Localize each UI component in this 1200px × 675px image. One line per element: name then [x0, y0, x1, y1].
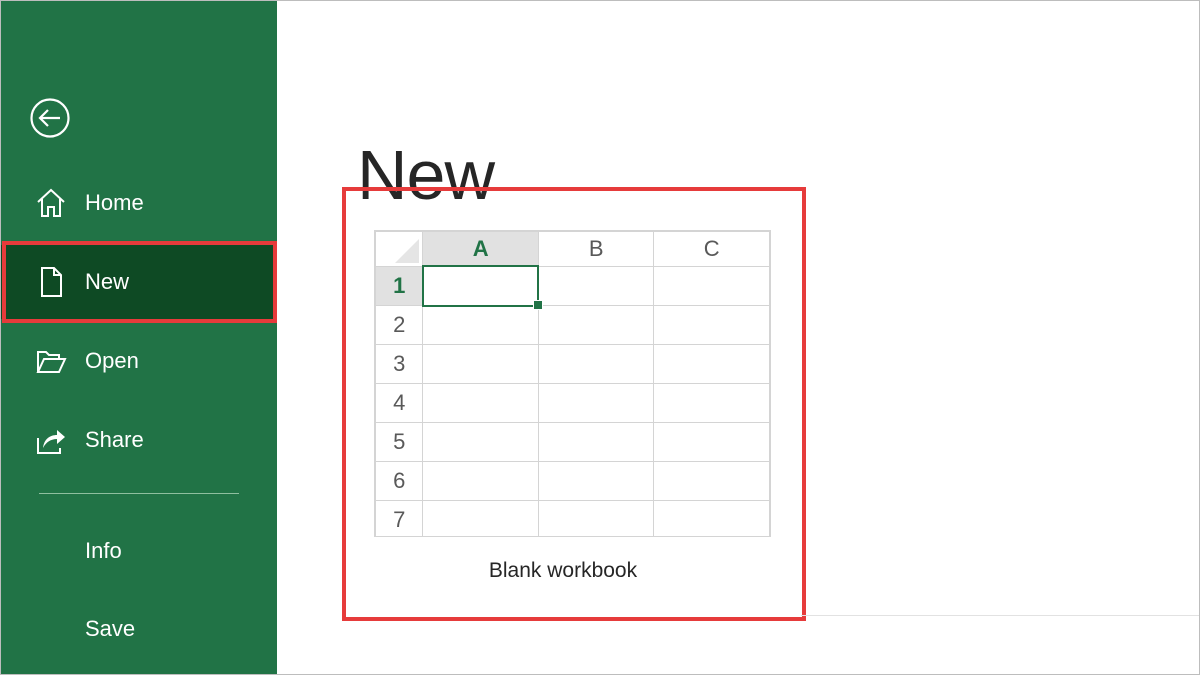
cell	[653, 500, 770, 536]
sidebar-item-label: Info	[85, 538, 122, 563]
row-header: 5	[375, 422, 424, 462]
preview-grid: A B C 1 2 3 4 5 6 7	[375, 231, 770, 536]
cell	[537, 265, 655, 306]
column-header: B	[537, 231, 655, 267]
sidebar-item-label: Open	[85, 348, 139, 373]
divider-line	[801, 615, 1199, 616]
cell	[653, 265, 770, 306]
table-row: 3	[375, 344, 770, 384]
sidebar-item-label: Home	[85, 190, 144, 215]
row-header: 1	[375, 265, 424, 306]
cell	[653, 344, 770, 384]
select-all-corner	[375, 231, 424, 267]
cell	[653, 383, 770, 423]
folder-open-icon	[35, 345, 67, 377]
selected-cell	[421, 265, 543, 310]
cell	[422, 344, 539, 384]
home-icon	[35, 187, 67, 219]
cell	[653, 422, 770, 462]
column-header: A	[422, 231, 539, 267]
table-row: 7	[375, 500, 770, 536]
row-header: 4	[375, 383, 424, 423]
cell	[422, 461, 539, 501]
sidebar-item-info[interactable]: Info	[1, 523, 277, 579]
fill-handle	[532, 300, 543, 310]
sidebar-divider	[39, 493, 239, 494]
table-row: 2	[375, 305, 770, 345]
cell	[422, 500, 539, 536]
cell	[537, 422, 655, 462]
sidebar-item-new[interactable]: New	[1, 245, 277, 319]
column-header-row: A B C	[375, 231, 770, 267]
template-caption: Blank workbook	[488, 559, 638, 582]
table-row: 1	[375, 265, 770, 310]
row-header: 3	[375, 344, 424, 384]
table-row: 6	[375, 461, 770, 501]
backstage-sidebar: Home New Open Share Info Save	[1, 1, 277, 674]
cell	[422, 383, 539, 423]
back-button[interactable]	[29, 97, 71, 139]
table-row: 5	[375, 422, 770, 462]
sidebar-item-label: Share	[85, 427, 144, 452]
cell	[537, 344, 655, 384]
row-header: 2	[375, 305, 424, 345]
cell	[537, 305, 655, 345]
cell	[653, 461, 770, 501]
cell	[653, 305, 770, 345]
workbook-preview: A B C 1 2 3 4 5 6 7	[374, 230, 771, 537]
column-header: C	[653, 231, 770, 267]
new-document-icon	[35, 266, 67, 298]
cell	[537, 383, 655, 423]
sidebar-item-label: Save	[85, 616, 136, 641]
row-header: 6	[375, 461, 424, 501]
row-header: 7	[375, 500, 424, 536]
sidebar-item-home[interactable]: Home	[1, 175, 277, 231]
back-arrow-icon	[30, 98, 70, 138]
sidebar-item-label: New	[85, 269, 130, 294]
sidebar-item-share[interactable]: Share	[1, 412, 277, 468]
share-icon	[35, 424, 67, 456]
cell	[537, 500, 655, 536]
cell	[422, 422, 539, 462]
sidebar-item-open[interactable]: Open	[1, 333, 277, 389]
sidebar-item-save[interactable]: Save	[1, 601, 277, 657]
cell	[422, 305, 539, 345]
cell	[537, 461, 655, 501]
excel-backstage: Home New Open Share Info Save New A B C …	[0, 0, 1200, 675]
table-row: 4	[375, 383, 770, 423]
blank-workbook-template[interactable]: A B C 1 2 3 4 5 6 7 Blank workbook	[351, 197, 791, 609]
